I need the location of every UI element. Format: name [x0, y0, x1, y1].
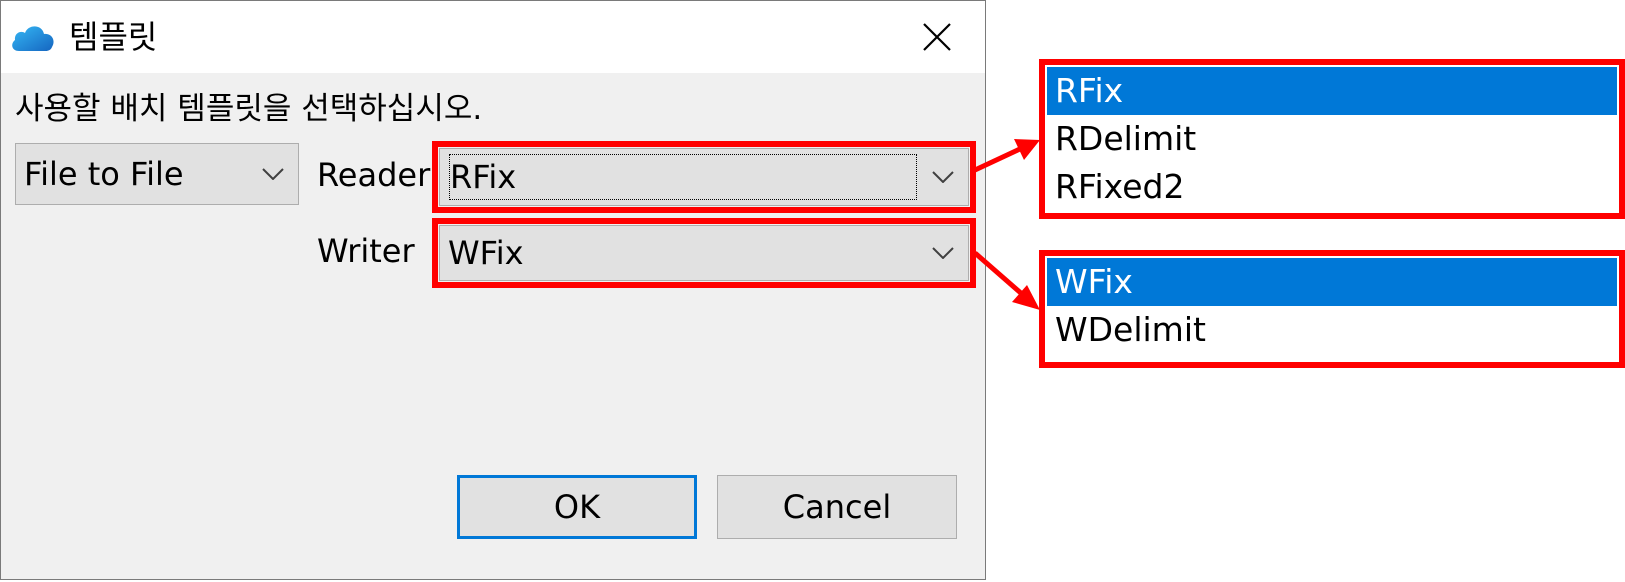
- writer-option[interactable]: WDelimit: [1047, 306, 1617, 354]
- close-icon: [923, 23, 951, 51]
- template-type-select[interactable]: File to File: [15, 143, 299, 205]
- ok-button[interactable]: OK: [457, 475, 697, 539]
- reader-option[interactable]: RDelimit: [1047, 115, 1617, 163]
- cloud-icon: [12, 26, 54, 51]
- writer-option[interactable]: WFix: [1047, 258, 1617, 306]
- reader-highlight: [432, 141, 976, 213]
- chevron-down-icon: [262, 168, 284, 180]
- reader-option[interactable]: RFix: [1047, 67, 1617, 115]
- reader-label: Reader: [317, 156, 431, 194]
- close-button[interactable]: [889, 1, 985, 73]
- reader-option[interactable]: RFixed2: [1047, 163, 1617, 211]
- writer-dropdown-list: WFix WDelimit: [1039, 250, 1625, 368]
- cancel-button[interactable]: Cancel: [717, 475, 957, 539]
- reader-dropdown-list: RFix RDelimit RFixed2: [1039, 59, 1625, 219]
- dialog-title: 템플릿: [69, 18, 158, 56]
- template-type-value: File to File: [24, 155, 184, 193]
- instruction-text: 사용할 배치 템플릿을 선택하십시오.: [15, 91, 483, 127]
- title-bar: 템플릿: [1, 1, 985, 73]
- template-dialog: 템플릿 사용할 배치 템플릿을 선택하십시오. File to File Rea…: [0, 0, 986, 580]
- writer-label: Writer: [317, 232, 415, 270]
- writer-highlight: [432, 218, 976, 288]
